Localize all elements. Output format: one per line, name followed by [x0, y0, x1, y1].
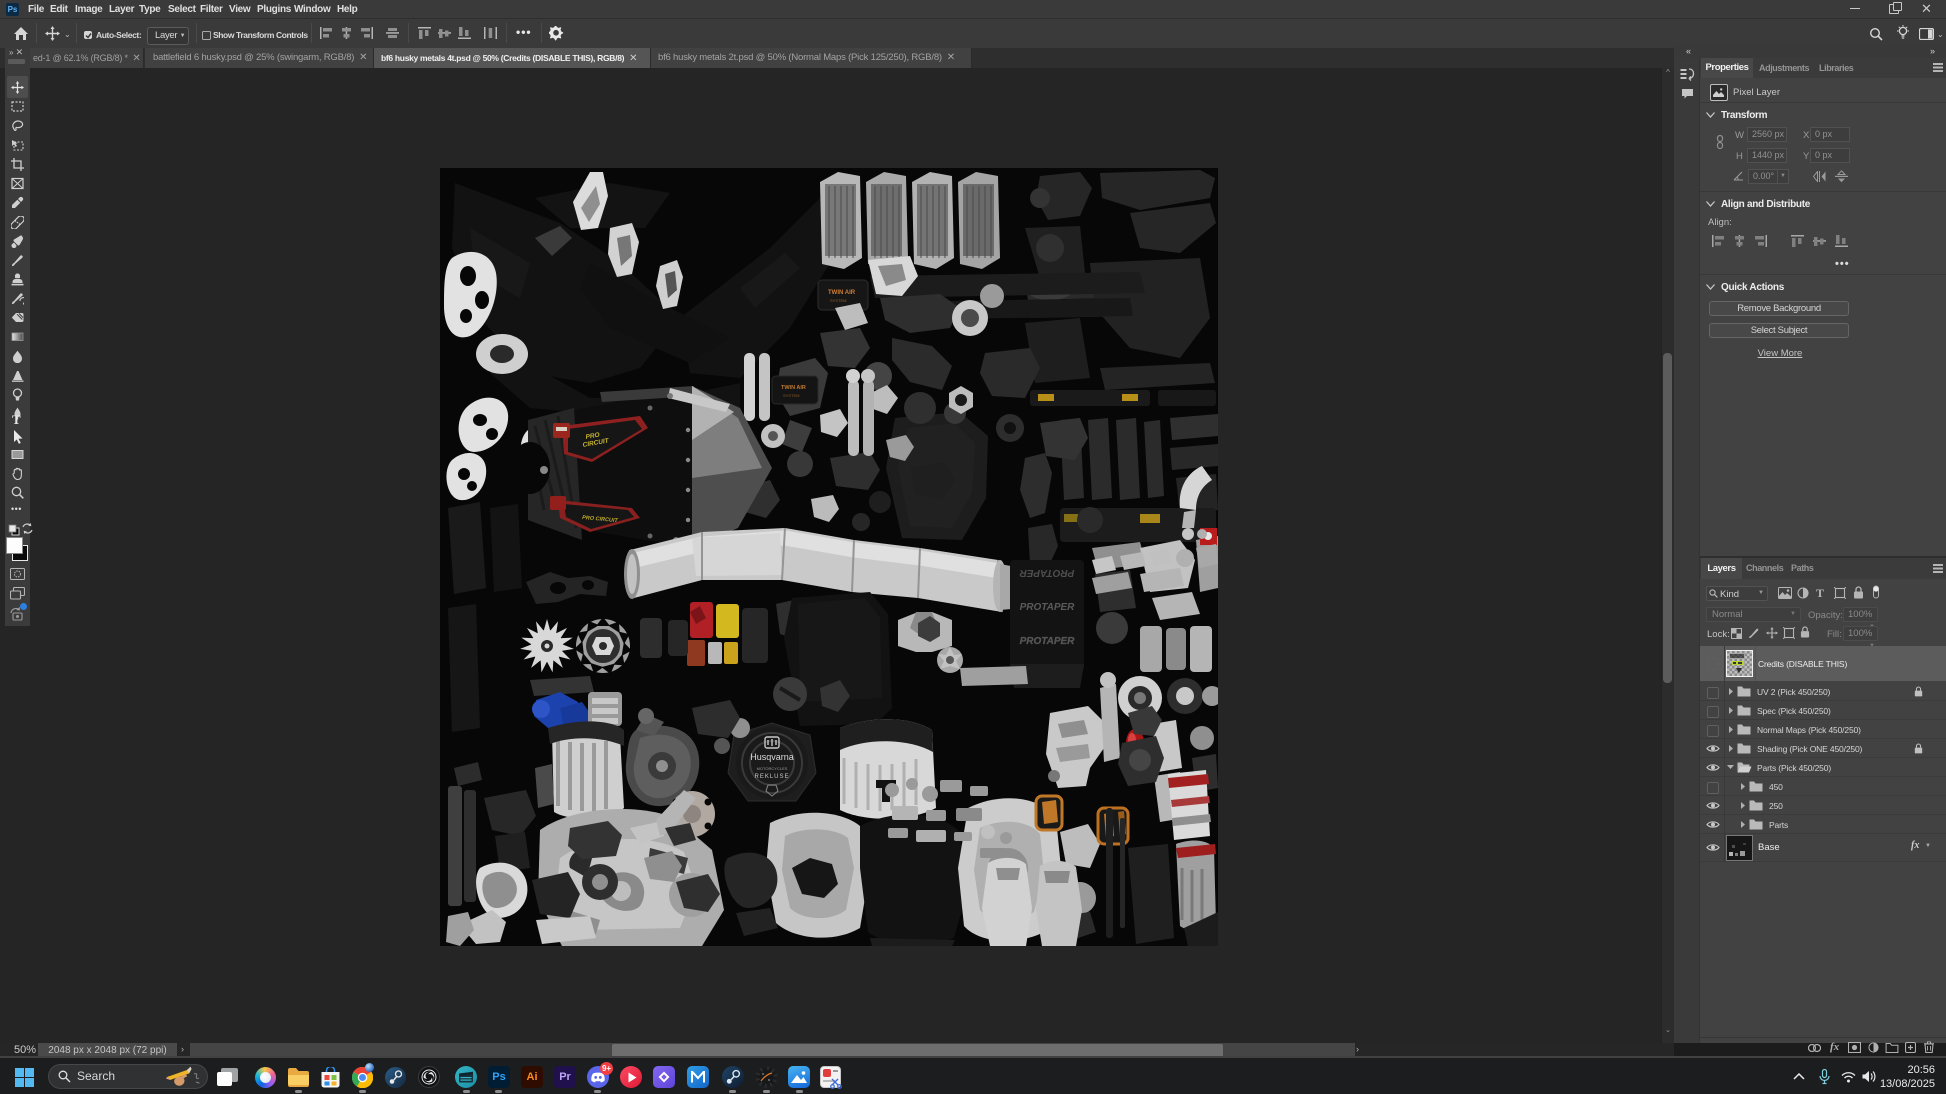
svg-text:TWIN AIR: TWIN AIR — [828, 290, 856, 296]
svg-text:Husqvarna: Husqvarna — [750, 752, 794, 762]
svg-text:PROTAPER: PROTAPER — [1019, 567, 1075, 578]
svg-text:MOTORCYCLES: MOTORCYCLES — [757, 766, 788, 771]
svg-text:PROTAPER: PROTAPER — [1020, 602, 1076, 613]
svg-text:PROTAPER: PROTAPER — [1020, 636, 1076, 647]
svg-text:TWIN AIR: TWIN AIR — [781, 385, 806, 391]
svg-text:SYSTEM: SYSTEM — [783, 393, 799, 398]
svg-text:SYSTEM: SYSTEM — [830, 298, 846, 303]
svg-text:REKLUSE: REKLUSE — [754, 774, 789, 780]
